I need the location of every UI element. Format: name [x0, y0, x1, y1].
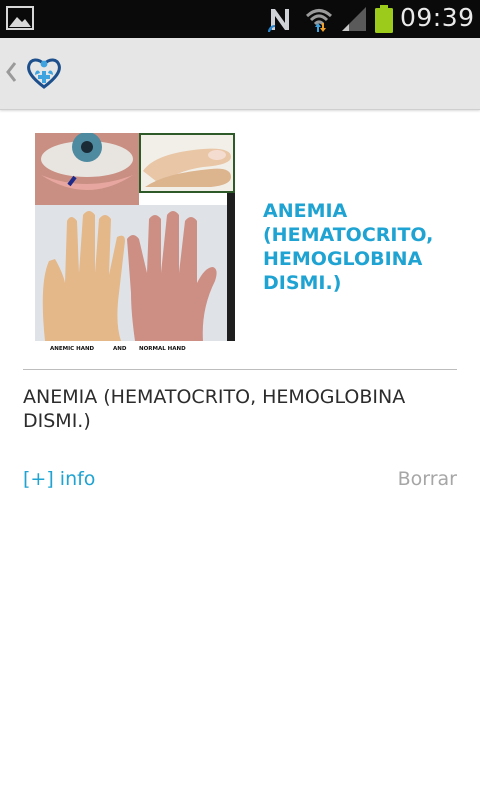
action-bar	[0, 38, 480, 110]
back-chevron-icon[interactable]	[4, 59, 18, 85]
signal-icon	[342, 7, 366, 31]
app-logo-icon[interactable]	[26, 56, 62, 90]
gallery-icon	[6, 6, 34, 30]
item-title: ANEMIA (HEMATOCRITO, HEMOGLOBINA DISMI.)	[263, 200, 434, 294]
divider	[23, 369, 457, 370]
info-link[interactable]: [+] info	[23, 468, 95, 490]
image-label-and: AND	[113, 346, 127, 352]
finger-photo	[139, 133, 235, 193]
delete-button[interactable]: Borrar	[398, 468, 457, 490]
item-description: ANEMIA (HEMATOCRITO, HEMOGLOBINA DISMI.)	[23, 386, 406, 432]
hands-photo	[35, 193, 235, 341]
image-label-normal: NORMAL HAND	[139, 346, 186, 352]
eye-photo	[35, 133, 139, 205]
image-label-anemic: ANEMIC HAND	[50, 346, 95, 352]
anemia-image: ANEMIC HAND AND NORMAL HAND	[35, 133, 235, 353]
status-bar: 09:39	[0, 0, 480, 38]
wifi-icon	[305, 9, 333, 32]
n-notification-icon	[268, 9, 289, 33]
battery-icon	[375, 5, 393, 33]
clock-time: 09:39	[400, 3, 475, 32]
